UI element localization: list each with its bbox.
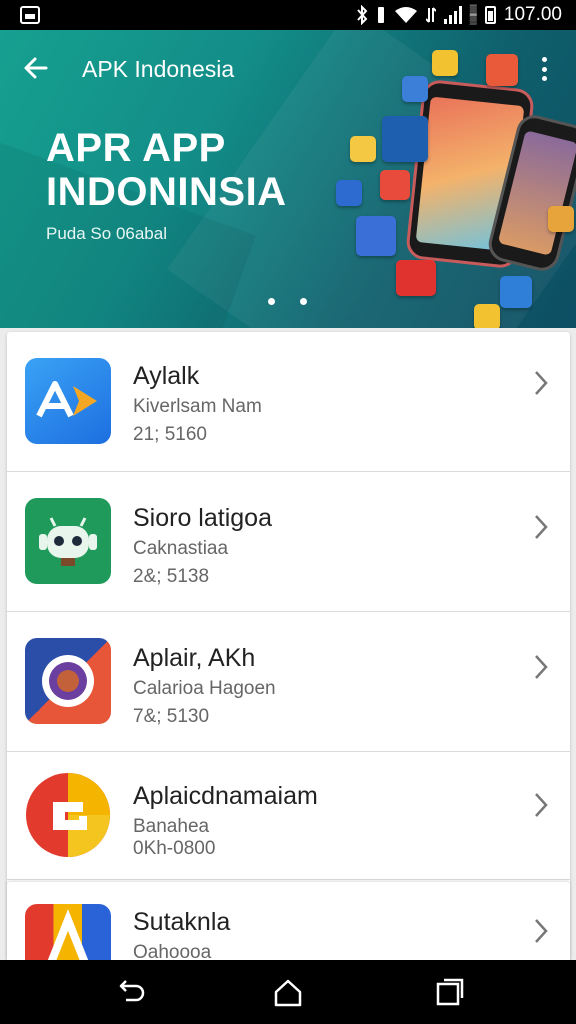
app-developer: Caknastiaa <box>133 538 229 559</box>
app-meta: 0Kh-0800 <box>133 838 216 859</box>
carousel-dot-1[interactable] <box>268 298 275 305</box>
app-developer: Banahea <box>133 816 210 837</box>
list-item[interactable]: Sutaknla Oahoooa <box>7 882 570 972</box>
app-meta: 2&; 5138 <box>133 566 210 587</box>
app-a-arrow-icon <box>25 358 111 444</box>
app-name: Aplair, AKh <box>133 644 256 672</box>
header-banner: APK Indonesia APR APP INDONINSIA Puda So… <box>0 30 576 328</box>
app-robot-icon <box>25 498 111 584</box>
app-g-icon <box>25 772 111 858</box>
more-options-icon[interactable] <box>538 54 550 84</box>
chevron-right-icon <box>531 790 551 820</box>
signal-icon <box>443 6 462 24</box>
app-developer: Kiverlsam Nam <box>133 396 262 417</box>
back-arrow-icon[interactable] <box>20 52 52 84</box>
chevron-right-icon <box>531 512 551 542</box>
battery-icon <box>484 6 496 24</box>
app-gear-icon <box>25 638 111 724</box>
status-time: 107.00 <box>503 4 562 25</box>
chevron-right-icon <box>531 652 551 682</box>
bluetooth-icon <box>356 5 368 25</box>
data-arrows-icon <box>425 6 436 24</box>
gallery-notification-icon <box>20 6 40 24</box>
app-name: Sioro latigoa <box>133 504 272 532</box>
app-title: APK Indonesia <box>82 56 235 82</box>
list-item[interactable]: Aylalk Kiverlsam Nam 21; 5160 <box>7 332 570 472</box>
list-item[interactable]: Aplaicdnamaiam Banahea 0Kh-0800 <box>7 752 570 880</box>
app-name: Aplaicdnamaiam <box>133 782 318 810</box>
chevron-right-icon <box>531 916 551 946</box>
status-bar: ▒ ▒ 107.00 <box>0 0 576 30</box>
wifi-icon <box>394 6 418 24</box>
app-meta: 21; 5160 <box>133 424 207 445</box>
home-nav-icon[interactable] <box>273 978 303 1008</box>
app-list: Aylalk Kiverlsam Nam 21; 5160 Sioro lati… <box>7 332 570 960</box>
recents-nav-icon[interactable] <box>434 978 464 1008</box>
app-meta: 7&; 5130 <box>133 706 210 727</box>
list-item[interactable]: Aplair, AKh Calarioa Hagoen 7&; 5130 <box>7 612 570 752</box>
list-item[interactable]: Sioro latigoa Caknastiaa 2&; 5138 <box>7 472 570 612</box>
app-name: Sutaknla <box>133 908 231 936</box>
app-name: Aylalk <box>133 362 200 390</box>
hero-heading: APR APP INDONINSIA <box>46 126 287 214</box>
back-nav-icon[interactable] <box>116 978 146 1008</box>
hero-subtitle: Puda So 06abal <box>46 224 167 243</box>
chevron-right-icon <box>531 368 551 398</box>
vibrate-icon <box>376 5 386 25</box>
navigation-bar <box>0 960 576 1024</box>
sim-icon: ▒ ▒ <box>469 5 477 25</box>
carousel-dot-2[interactable] <box>300 298 307 305</box>
app-developer: Calarioa Hagoen <box>133 678 276 699</box>
